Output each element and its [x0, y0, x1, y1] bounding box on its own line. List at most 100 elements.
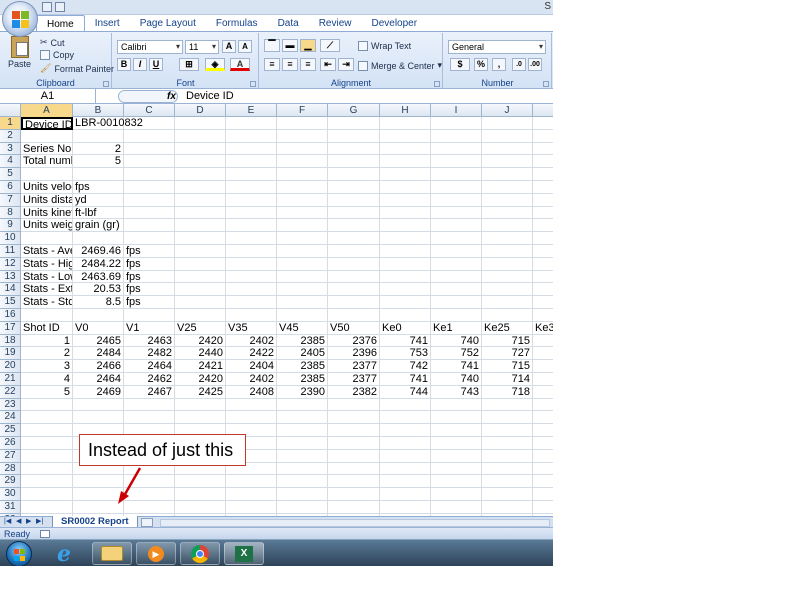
- cell-d3[interactable]: [175, 142, 226, 156]
- cell-b5[interactable]: [73, 168, 124, 181]
- cell-g3[interactable]: [328, 142, 380, 156]
- cell-c17[interactable]: V1: [124, 321, 175, 335]
- cell-k10[interactable]: [533, 232, 553, 245]
- cell-d23[interactable]: [175, 398, 226, 412]
- cell-h2[interactable]: [380, 129, 431, 143]
- cell-j1[interactable]: [482, 117, 533, 130]
- cell-a18[interactable]: 1: [21, 334, 73, 348]
- italic-button[interactable]: I: [133, 58, 147, 71]
- cell-b16[interactable]: [73, 309, 124, 322]
- decrease-indent-button[interactable]: ⇤: [320, 58, 336, 71]
- cell-a16[interactable]: [21, 309, 73, 322]
- tab-page-layout[interactable]: Page Layout: [130, 15, 206, 31]
- cell-b14[interactable]: 20.53: [73, 283, 124, 297]
- dialog-launcher-icon[interactable]: [103, 81, 109, 87]
- cell-d15[interactable]: [175, 296, 226, 309]
- tab-formulas[interactable]: Formulas: [206, 15, 268, 31]
- cell-d6[interactable]: [175, 181, 226, 194]
- cell-i31[interactable]: [431, 501, 482, 514]
- cell-d30[interactable]: [175, 488, 226, 501]
- cell-j19[interactable]: 727: [482, 347, 533, 361]
- cell-d22[interactable]: 2425: [175, 385, 226, 399]
- insert-sheet-icon[interactable]: [141, 518, 153, 527]
- row-header[interactable]: 14: [0, 283, 21, 297]
- shrink-font-button[interactable]: A: [238, 40, 252, 53]
- cell-i15[interactable]: [431, 296, 482, 309]
- column-header-e[interactable]: E: [226, 104, 277, 117]
- column-header-a[interactable]: A: [21, 104, 73, 117]
- cell-j13[interactable]: [482, 270, 533, 284]
- cell-g9[interactable]: [328, 219, 380, 233]
- cell-g30[interactable]: [328, 488, 380, 501]
- cell-j20[interactable]: 715: [482, 360, 533, 373]
- cell-f17[interactable]: V45: [277, 321, 328, 335]
- cell-f2[interactable]: [277, 129, 328, 143]
- cell-a11[interactable]: Stats - Ave: [21, 245, 73, 258]
- column-header-b[interactable]: B: [73, 104, 124, 117]
- cell-a4[interactable]: Total numb: [21, 155, 73, 169]
- cell-e24[interactable]: [226, 411, 277, 425]
- taskbar-excel[interactable]: X: [224, 542, 264, 565]
- row-header[interactable]: 24: [0, 411, 21, 425]
- dialog-launcher-icon[interactable]: [543, 81, 549, 87]
- cell-e30[interactable]: [226, 488, 277, 501]
- row-header[interactable]: 26: [0, 437, 21, 450]
- cell-k14[interactable]: [533, 283, 553, 297]
- cell-c19[interactable]: 2482: [124, 347, 175, 361]
- cell-g6[interactable]: [328, 181, 380, 194]
- cell-f13[interactable]: [277, 270, 328, 284]
- cell-h8[interactable]: [380, 206, 431, 220]
- cell-i14[interactable]: [431, 283, 482, 297]
- cell-h10[interactable]: [380, 232, 431, 245]
- cell-e7[interactable]: [226, 193, 277, 207]
- cell-e4[interactable]: [226, 155, 277, 169]
- cell-i22[interactable]: 743: [431, 385, 482, 399]
- bold-button[interactable]: B: [117, 58, 131, 71]
- cell-b3[interactable]: 2: [73, 142, 124, 156]
- cell-g4[interactable]: [328, 155, 380, 169]
- cell-h25[interactable]: [380, 424, 431, 437]
- underline-button[interactable]: U: [149, 58, 163, 71]
- cell-k4[interactable]: [533, 155, 553, 169]
- cell-d12[interactable]: [175, 257, 226, 271]
- cell-g25[interactable]: [328, 424, 380, 437]
- cell-j30[interactable]: [482, 488, 533, 501]
- row-header[interactable]: 27: [0, 449, 21, 463]
- row-header[interactable]: 23: [0, 398, 21, 412]
- cell-a21[interactable]: 4: [21, 373, 73, 386]
- cell-c23[interactable]: [124, 398, 175, 412]
- cell-d31[interactable]: [175, 501, 226, 514]
- cell-j8[interactable]: [482, 206, 533, 220]
- cell-h3[interactable]: [380, 142, 431, 156]
- first-sheet-icon[interactable]: |◀: [4, 517, 11, 527]
- cell-e5[interactable]: [226, 168, 277, 181]
- cell-e18[interactable]: 2402: [226, 334, 277, 348]
- taskbar-internet-explorer[interactable]: e: [44, 541, 84, 567]
- copy-button[interactable]: Copy: [40, 50, 74, 60]
- cell-i23[interactable]: [431, 398, 482, 412]
- cell-c1[interactable]: [124, 117, 175, 130]
- grow-font-button[interactable]: A: [222, 40, 236, 53]
- cell-f31[interactable]: [277, 501, 328, 514]
- cell-f6[interactable]: [277, 181, 328, 194]
- cell-e14[interactable]: [226, 283, 277, 297]
- cell-b4[interactable]: 5: [73, 155, 124, 169]
- cell-i5[interactable]: [431, 168, 482, 181]
- decrease-decimal-button[interactable]: .00: [528, 58, 542, 71]
- cell-d20[interactable]: 2421: [175, 360, 226, 373]
- cell-h6[interactable]: [380, 181, 431, 194]
- cell-b6[interactable]: fps: [73, 181, 124, 194]
- cell-c13[interactable]: fps: [124, 270, 175, 284]
- cell-k2[interactable]: [533, 130, 553, 143]
- align-right-button[interactable]: ≡: [300, 58, 316, 71]
- cell-i24[interactable]: [431, 411, 482, 425]
- row-header[interactable]: 29: [0, 475, 21, 489]
- cell-b15[interactable]: 8.5: [73, 296, 124, 309]
- cell-c12[interactable]: fps: [124, 257, 175, 271]
- cell-b1[interactable]: LBR-0010832: [73, 117, 143, 130]
- cell-e2[interactable]: [226, 129, 277, 143]
- cell-k15[interactable]: [533, 296, 553, 309]
- cell-a7[interactable]: Units dista: [21, 193, 73, 207]
- cell-f26[interactable]: [277, 437, 328, 450]
- cell-f30[interactable]: [277, 488, 328, 501]
